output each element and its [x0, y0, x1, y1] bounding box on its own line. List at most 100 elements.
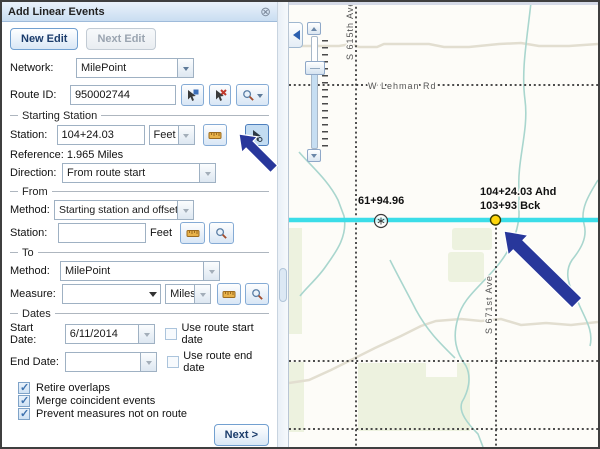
end-date-value: [66, 353, 140, 371]
zoom-slider-track[interactable]: [311, 36, 318, 149]
retire-overlaps-checkbox[interactable]: [18, 382, 30, 394]
chevron-down-icon[interactable]: [146, 285, 160, 303]
from-station-label: Station:: [10, 227, 54, 239]
direction-select[interactable]: From route start: [62, 163, 216, 183]
map-field-polygon: [358, 363, 470, 431]
network-select[interactable]: MilePoint: [76, 58, 194, 78]
chevron-down-icon: [194, 285, 210, 303]
start-date-picker[interactable]: 6/11/2014: [65, 324, 156, 344]
from-method-label: Method:: [10, 204, 54, 216]
cursor-clear-icon: [214, 89, 227, 102]
road-label-w-lehman-rd: W Lehman Rd: [368, 81, 437, 91]
to-measure-combo[interactable]: [62, 284, 161, 304]
station-label: Station:: [10, 129, 53, 141]
direction-value: From route start: [63, 164, 199, 182]
map-minor-road: [289, 319, 598, 383]
panel-header: Add Linear Events ⊗: [2, 2, 277, 22]
map-field-polygon: [289, 362, 304, 432]
start-date-label: Start Date:: [10, 322, 61, 346]
station-a-label: 61+94.96: [358, 195, 404, 207]
start-date-value: 6/11/2014: [66, 325, 139, 343]
use-route-start-date-label: Use route start date: [181, 322, 269, 346]
from-search-button[interactable]: [209, 222, 234, 244]
use-route-start-date-checkbox[interactable]: [165, 328, 177, 340]
starting-station-input[interactable]: [57, 125, 145, 145]
from-method-select[interactable]: Starting station and offset: [54, 200, 194, 220]
network-label: Network:: [10, 62, 76, 74]
zoom-slider-handle[interactable]: [305, 61, 325, 75]
search-icon: [242, 89, 255, 102]
selected-station-marker[interactable]: [491, 215, 501, 225]
pick-station-on-map-button[interactable]: [245, 124, 269, 146]
panel-scrollbar[interactable]: [277, 2, 289, 447]
next-edit-button[interactable]: Next Edit: [86, 28, 156, 50]
from-measure-button[interactable]: [180, 222, 205, 244]
chevron-down-icon: [203, 262, 219, 280]
chevron-down-icon[interactable]: [140, 353, 156, 371]
to-method-value: MilePoint: [61, 262, 203, 280]
map-canvas: 61+94.96 104+24.03 Ahd 103+93 Bck W Lehm…: [289, 2, 598, 447]
station-b-label-line1: 104+24.03 Ahd: [480, 186, 556, 198]
select-route-on-map-button[interactable]: [181, 84, 204, 106]
merge-coincident-events-checkbox[interactable]: [18, 395, 30, 407]
road-label-s-615th-ave: S 615th Ave: [345, 2, 355, 60]
from-station-input[interactable]: [58, 223, 146, 243]
starting-station-unit-select[interactable]: Feet: [149, 125, 195, 145]
add-linear-events-panel: Add Linear Events ⊗ New Edit Next Edit N…: [2, 2, 277, 447]
app-window: Add Linear Events ⊗ New Edit Next Edit N…: [0, 0, 600, 449]
use-route-end-date-checkbox[interactable]: [167, 356, 179, 368]
chevron-down-icon: [178, 126, 194, 144]
collapse-panel-tab[interactable]: [289, 22, 303, 48]
section-from: From: [10, 185, 269, 198]
chevron-down-icon: [177, 201, 193, 219]
route-id-input[interactable]: [70, 85, 176, 105]
use-route-end-date-label: Use route end date: [183, 350, 269, 374]
to-unit-value: Miles: [166, 285, 194, 303]
chevron-down-icon: [199, 164, 215, 182]
clear-route-selection-button[interactable]: [209, 84, 232, 106]
end-date-picker[interactable]: [65, 352, 157, 372]
section-starting-station: Starting Station: [10, 109, 269, 122]
chevron-down-icon: [311, 154, 317, 161]
starting-station-measure-button[interactable]: [203, 124, 227, 146]
to-measure-value: [63, 285, 146, 303]
new-edit-button[interactable]: New Edit: [10, 28, 78, 50]
chevron-down-icon[interactable]: [138, 325, 154, 343]
next-button[interactable]: Next >: [214, 424, 269, 446]
direction-label: Direction:: [10, 167, 62, 179]
measure-ruler-icon: [222, 288, 236, 300]
reference-point-marker[interactable]: [375, 215, 388, 228]
map-field-polygon: [452, 228, 492, 250]
chevron-up-icon: [311, 24, 317, 31]
zoom-out-button[interactable]: [307, 149, 321, 162]
map-field-polygon: [289, 228, 302, 334]
end-date-label: End Date:: [10, 356, 61, 368]
measure-ruler-icon: [186, 227, 200, 239]
to-measure-label: Measure:: [10, 288, 58, 300]
map-minor-road: [289, 43, 598, 47]
to-unit-select[interactable]: Miles: [165, 284, 211, 304]
route-search-button[interactable]: [236, 84, 269, 106]
route-id-label: Route ID:: [10, 89, 65, 101]
map-field-polygon: [448, 252, 484, 282]
measure-ruler-icon: [208, 129, 222, 141]
chevron-down-icon[interactable]: [177, 59, 193, 77]
section-to: To: [10, 246, 269, 259]
close-icon[interactable]: ⊗: [260, 5, 271, 18]
prevent-measures-label: Prevent measures not on route: [36, 408, 187, 420]
to-method-select[interactable]: MilePoint: [60, 261, 220, 281]
from-unit-label: Feet: [150, 227, 172, 239]
zoom-in-button[interactable]: [307, 22, 321, 35]
map-view[interactable]: 61+94.96 104+24.03 Ahd 103+93 Bck W Lehm…: [289, 2, 598, 447]
chevron-left-icon: [289, 30, 300, 40]
to-method-label: Method:: [10, 265, 60, 277]
retire-overlaps-label: Retire overlaps: [36, 382, 110, 394]
zoom-slider-ticks: [322, 40, 328, 150]
road-label-s-671st-ave: S 671st Ave: [484, 275, 494, 334]
to-search-button[interactable]: [245, 283, 269, 305]
scrollbar-thumb[interactable]: [279, 268, 287, 302]
to-measure-button[interactable]: [217, 283, 241, 305]
cursor-pick-icon: [250, 129, 263, 142]
section-dates: Dates: [10, 307, 269, 320]
prevent-measures-checkbox[interactable]: [18, 408, 30, 420]
